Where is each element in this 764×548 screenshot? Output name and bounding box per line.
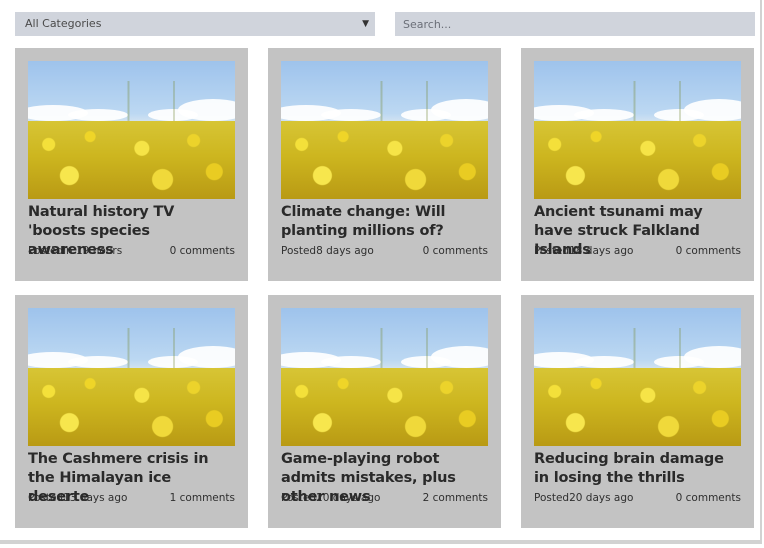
post-card[interactable]: Climate change: Will planting millions o… <box>268 48 501 281</box>
post-time: Posted13 days ago <box>28 492 128 504</box>
filter-bar: All Categories ▼ <box>15 12 755 36</box>
post-thumbnail[interactable] <box>28 308 235 446</box>
post-card[interactable]: Ancient tsunami may have struck Falkland… <box>521 48 754 281</box>
post-title[interactable]: Ancient tsunami may have struck Falkland… <box>534 203 741 258</box>
dropdown-caret-icon: ▼ <box>362 19 369 29</box>
post-comments-link[interactable]: 0 comments <box>423 245 488 257</box>
post-comments-link[interactable]: 2 comments <box>423 492 488 504</box>
post-thumbnail[interactable] <box>534 61 741 199</box>
page-frame: All Categories ▼ Natural history TV 'boo… <box>0 0 762 544</box>
post-thumbnail[interactable] <box>281 61 488 199</box>
post-time: Posted20 days ago <box>281 492 381 504</box>
post-card[interactable]: The Cashmere crisis in the Himalayan ice… <box>15 295 248 528</box>
category-select[interactable]: All Categories ▼ <box>15 12 375 36</box>
post-title[interactable]: Climate change: Will planting millions o… <box>281 203 488 241</box>
post-title[interactable]: The Cashmere crisis in the Himalayan ice… <box>28 450 235 505</box>
post-meta: Posted20 days ago 0 comments <box>534 492 741 504</box>
post-card[interactable]: Game-playing robot admits mistakes, plus… <box>268 295 501 528</box>
post-meta: Posted8 days ago 0 comments <box>281 245 488 257</box>
category-selected-label: All Categories <box>25 17 102 30</box>
post-thumbnail[interactable] <box>534 308 741 446</box>
post-meta: Posted20 days ago 2 comments <box>281 492 488 504</box>
post-thumbnail[interactable] <box>28 61 235 199</box>
search-input[interactable] <box>395 12 755 36</box>
post-time: Posted18 days ago <box>534 245 634 257</box>
post-time: Posted20 days ago <box>534 492 634 504</box>
post-title[interactable]: Reducing brain damage in losing the thri… <box>534 450 741 488</box>
post-comments-link[interactable]: 0 comments <box>676 245 741 257</box>
post-card[interactable]: Reducing brain damage in losing the thri… <box>521 295 754 528</box>
post-comments-link[interactable]: 0 comments <box>170 245 235 257</box>
post-time: Postedin 19 hours <box>28 245 123 257</box>
post-card[interactable]: Natural history TV 'boosts species aware… <box>15 48 248 281</box>
post-time: Posted8 days ago <box>281 245 374 257</box>
post-grid: Natural history TV 'boosts species aware… <box>15 48 754 528</box>
post-title[interactable]: Game-playing robot admits mistakes, plus… <box>281 450 488 505</box>
post-thumbnail[interactable] <box>281 308 488 446</box>
post-comments-link[interactable]: 0 comments <box>676 492 741 504</box>
post-meta: Posted18 days ago 0 comments <box>534 245 741 257</box>
post-title[interactable]: Natural history TV 'boosts species aware… <box>28 203 235 258</box>
post-comments-link[interactable]: 1 comments <box>170 492 235 504</box>
post-meta: Posted13 days ago 1 comments <box>28 492 235 504</box>
post-meta: Postedin 19 hours 0 comments <box>28 245 235 257</box>
